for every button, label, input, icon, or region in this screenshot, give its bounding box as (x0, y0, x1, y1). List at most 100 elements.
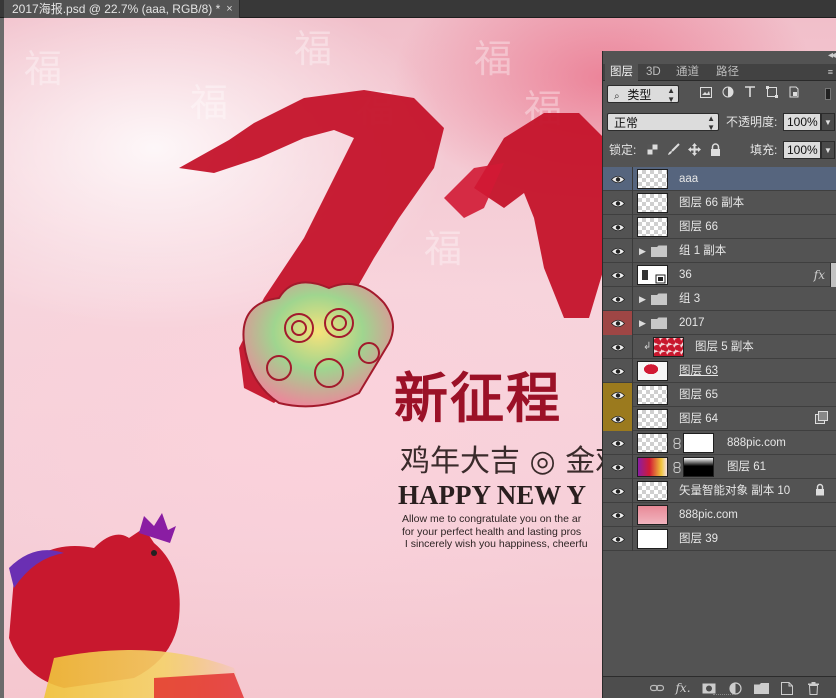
scrollbar-thumb[interactable] (830, 263, 836, 287)
visibility-eye-icon[interactable] (603, 215, 633, 239)
expand-triangle-icon[interactable]: ▶ (639, 287, 646, 311)
blend-mode-value: 正常 (614, 116, 639, 130)
layer-row[interactable]: aaa (603, 167, 836, 191)
layer-row[interactable]: 888pic.com (603, 431, 836, 455)
sub-headline-text: 鸡年大吉 ◎ 金鸡 (400, 444, 626, 479)
layer-name: aaa (679, 173, 699, 185)
layer-row[interactable]: 图层 39 (603, 527, 836, 551)
link-layers-icon[interactable] (649, 680, 665, 696)
smart-object-badge-icon (642, 270, 666, 284)
opacity-input[interactable]: 100% (783, 113, 821, 131)
layer-row[interactable]: 图层 61 (603, 455, 836, 479)
visibility-eye-icon[interactable] (603, 503, 633, 527)
filter-smart-object-icon[interactable] (787, 85, 801, 99)
filter-shape-icon[interactable] (765, 85, 779, 99)
document-tab-title: 2017海报.psd @ 22.7% (aaa, RGB/8) * (12, 1, 221, 16)
document-tab[interactable]: 2017海报.psd @ 22.7% (aaa, RGB/8) * × (4, 0, 240, 18)
visibility-eye-icon[interactable] (603, 527, 633, 551)
visibility-eye-icon[interactable] (603, 455, 633, 479)
layer-thumbnail (637, 361, 668, 381)
visibility-eye-icon[interactable] (603, 287, 633, 311)
blend-mode-dropdown[interactable]: 正常 ▲ ▼ (607, 113, 719, 132)
layer-row[interactable]: ↲ 图层 5 副本 (603, 335, 836, 359)
tab-layers[interactable]: 图层 (605, 64, 638, 81)
layer-group-row[interactable]: ▶ 2017 (603, 311, 836, 335)
visibility-eye-icon[interactable] (603, 479, 633, 503)
new-layer-icon[interactable] (779, 680, 795, 696)
layer-effects-fx-icon[interactable]: fx (814, 263, 825, 287)
layer-name: 矢量智能对象 副本 10 (679, 485, 791, 497)
linked-copy-icon (815, 411, 829, 430)
lock-position-move-icon[interactable] (687, 142, 702, 157)
layer-group-row[interactable]: ▶ 组 3 (603, 287, 836, 311)
filter-pixel-icon[interactable] (699, 85, 713, 99)
filter-toggle-switch[interactable] (825, 88, 831, 100)
layer-row[interactable]: 888pic.com (603, 503, 836, 527)
layer-thumbnail (637, 217, 668, 237)
visibility-eye-icon[interactable] (603, 383, 633, 407)
visibility-eye-icon[interactable] (603, 239, 633, 263)
visibility-eye-icon[interactable] (603, 167, 633, 191)
layer-row[interactable]: 图层 66 副本 (603, 191, 836, 215)
layer-row[interactable]: 图层 66 (603, 215, 836, 239)
tab-paths[interactable]: 路径 (711, 64, 744, 81)
lock-image-brush-icon[interactable] (666, 142, 681, 157)
layer-row[interactable]: 矢量智能对象 副本 10 (603, 479, 836, 503)
opacity-slider-arrow-icon[interactable]: ▼ (821, 113, 835, 131)
visibility-eye-icon[interactable] (603, 359, 633, 383)
expand-triangle-icon[interactable]: ▶ (639, 239, 646, 263)
collapse-panel-icon[interactable]: ◂◂ (828, 50, 836, 61)
headline-text: 新征程 (394, 367, 562, 430)
document-tab-bar: 2017海报.psd @ 22.7% (aaa, RGB/8) * × (0, 0, 836, 18)
visibility-eye-icon[interactable] (603, 311, 633, 335)
fill-input[interactable]: 100% (783, 141, 821, 159)
dropdown-arrows-icon: ▲ ▼ (707, 114, 715, 132)
opacity-label: 不透明度: (726, 115, 778, 129)
fill-slider-arrow-icon[interactable]: ▼ (821, 141, 835, 159)
layer-thumbnail (637, 169, 668, 189)
layer-group-row[interactable]: ▶ 组 1 副本 (603, 239, 836, 263)
delete-layer-trash-icon[interactable] (805, 680, 821, 696)
filter-kind-dropdown[interactable]: ⌕ 类型 ▲ ▼ (607, 85, 679, 104)
layer-thumbnail (637, 433, 668, 453)
layer-name: 图层 63 (679, 365, 718, 377)
layer-row[interactable]: 图层 64 (603, 407, 836, 431)
visibility-eye-icon[interactable] (603, 263, 633, 287)
layer-mask-thumbnail (683, 457, 714, 477)
lock-transparent-icon[interactable] (645, 142, 660, 157)
red-stroke-zero (474, 113, 604, 318)
folder-icon (651, 245, 667, 257)
layer-row[interactable]: 图层 63 (603, 359, 836, 383)
mask-link-chain-icon[interactable] (673, 462, 681, 473)
visibility-eye-icon[interactable] (603, 335, 633, 359)
clipping-mask-arrow-icon: ↲ (643, 341, 652, 352)
tab-3d[interactable]: 3D (641, 64, 666, 81)
lock-all-icon[interactable] (708, 142, 723, 157)
layer-thumbnail (637, 193, 668, 213)
happy-new-year-text: HAPPY NEW Y (398, 480, 586, 510)
layer-thumbnail (637, 457, 668, 477)
panel-resize-grip[interactable] (713, 694, 737, 697)
layer-row[interactable]: 36 fx (603, 263, 836, 287)
layer-name: 组 3 (679, 293, 701, 305)
filter-row: ⌕ 类型 ▲ ▼ (603, 82, 836, 106)
add-layer-style-fx-icon[interactable]: fx. (675, 680, 691, 696)
panel-tabs: 图层 3D 通道 路径 ≡ (603, 64, 836, 81)
new-group-folder-icon[interactable] (753, 680, 769, 696)
mask-link-chain-icon[interactable] (673, 438, 681, 449)
layer-name: 图层 66 (679, 221, 718, 233)
filter-type-icon[interactable] (743, 85, 757, 99)
filter-adjustment-icon[interactable] (721, 85, 735, 99)
visibility-eye-icon[interactable] (603, 407, 633, 431)
layer-row[interactable]: 图层 65 (603, 383, 836, 407)
close-tab-icon[interactable]: × (226, 1, 232, 18)
visibility-eye-icon[interactable] (603, 191, 633, 215)
tab-channels[interactable]: 通道 (671, 64, 704, 81)
expand-triangle-icon[interactable]: ▶ (639, 311, 646, 335)
greeting-blurb: Allow me to congratulate you on the ar f… (402, 513, 588, 550)
layer-name: 888pic.com (727, 437, 786, 449)
layer-mask-thumbnail (683, 433, 714, 453)
panel-menu-icon[interactable]: ≡ (828, 67, 833, 77)
visibility-eye-icon[interactable] (603, 431, 633, 455)
layers-list: aaa 图层 66 副本 图层 66 ▶ 组 1 副本 36 fx ▶ 组 3 … (603, 167, 836, 551)
